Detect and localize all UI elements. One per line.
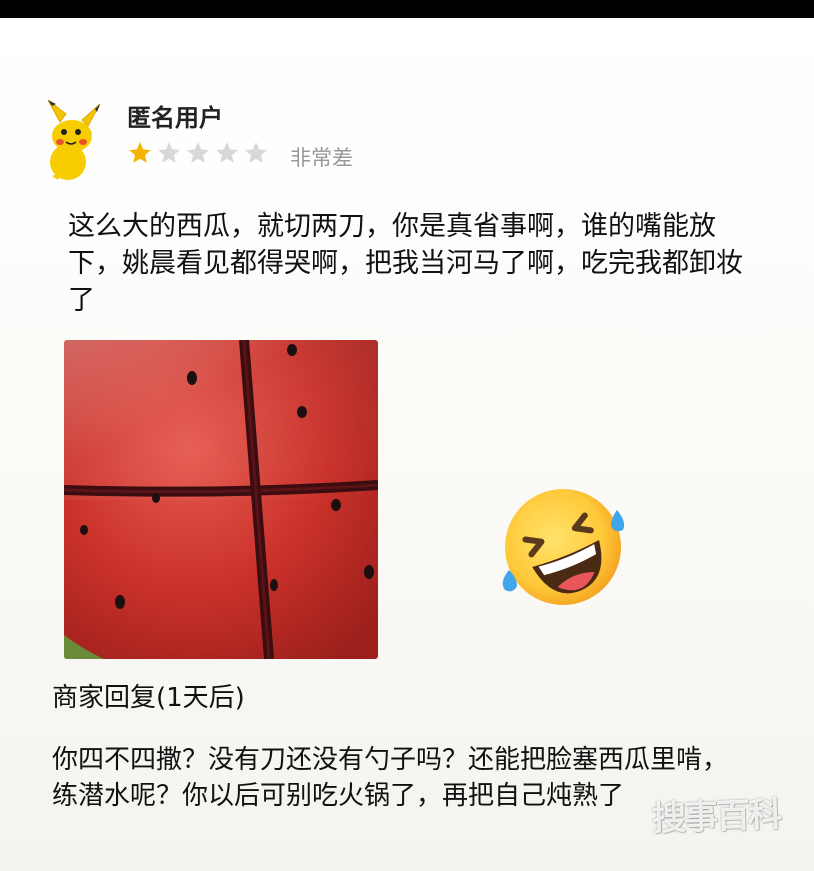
merchant-reply-header: 商家回复(1天后) — [52, 683, 245, 713]
star-empty-icon — [216, 142, 238, 163]
star-filled-icon — [129, 142, 151, 163]
avatar[interactable] — [38, 92, 108, 184]
review-photo[interactable] — [64, 340, 378, 659]
top-black-bar — [0, 0, 814, 18]
rolling-on-floor-laughing-icon — [502, 489, 625, 605]
review-text: 这么大的西瓜，就切两刀，你是真省事啊，谁的嘴能放下，姚晨看见都得哭啊，把我当河马… — [68, 211, 743, 316]
star-empty-icon — [187, 142, 209, 163]
rating-label: 非常差 — [290, 146, 353, 170]
watermark: 搜事百科 — [651, 794, 781, 840]
star-empty-icon — [245, 142, 267, 163]
merchant-reply-text: 你四不四撒？没有刀还没有勺子吗？还能把脸塞西瓜里啃，练潜水呢？你以后可别吃火锅了… — [52, 745, 729, 811]
star-empty-icon — [158, 142, 180, 163]
star-rating — [127, 140, 269, 166]
username: 匿名用户 — [127, 104, 223, 132]
